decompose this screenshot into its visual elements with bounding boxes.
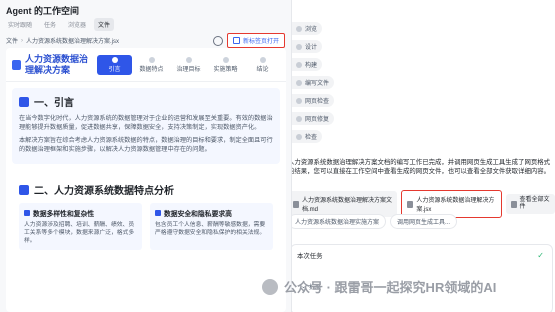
workspace-title: Agent 的工作空间 (6, 6, 79, 16)
watermark-text: 公众号 · 跟雷哥一起探究HR领域的AI (284, 280, 497, 295)
card-text: 人力资源涉及招聘、培训、薪酬、绩效、员工关系等多个模块，数据来源广泛，格式多样。 (24, 222, 135, 244)
step-label: 网页检查 (305, 99, 330, 105)
nav-strategy[interactable]: 实施策略 (208, 55, 243, 75)
step-label: 设计 (305, 45, 318, 51)
step-label: 编写文件 (305, 81, 330, 87)
step-label: 检查 (305, 135, 318, 141)
wechat-logo-icon (262, 278, 278, 295)
chat-panel: 浏览 设计 构建 编写文件 网页检查 网页修复 检查 人力资源系统数据治理解决方… (292, 0, 555, 312)
step-item[interactable]: 检查 (292, 130, 323, 143)
step-item[interactable]: 设计 (292, 40, 323, 53)
nav-label: 引言 (108, 66, 121, 73)
check-icon (296, 43, 302, 50)
nav-features[interactable]: 数据特点 (134, 55, 169, 75)
step-item[interactable]: 网页检查 (292, 94, 335, 107)
card-text: 包含员工个人信息、薪酬等敏感数据，需要严格遵守数据安全和隐私保护的相关法规。 (155, 222, 266, 236)
step-item[interactable]: 构建 (292, 58, 323, 71)
step-item[interactable]: 网页修复 (292, 112, 335, 125)
suggestion-chips: 人力资源系统数据治理实施方案 调用网页生成工具... (292, 214, 458, 229)
shield-icon (155, 210, 161, 216)
doc-header: 人力资源数据治理解决方案 引言 数据特点 治理目标 实施策略 结论 (6, 48, 286, 82)
tab-browser[interactable]: 浏览器 (64, 18, 90, 31)
nav-intro[interactable]: 引言 (97, 54, 132, 75)
doc-title: 人力资源数据治理解决方案 (24, 53, 88, 75)
feature-card: 数据多样性和复杂性 人力资源涉及招聘、培训、薪酬、绩效、员工关系等多个模块，数据… (19, 203, 142, 250)
external-link-icon (232, 37, 240, 44)
breadcrumb-file: 人力资源系统数据治理解决方案.jsx (26, 39, 120, 45)
section-features: 二、人力资源系统数据特点分析 数据多样性和复杂性 人力资源涉及招聘、培训、薪酬、… (12, 176, 280, 256)
file-icon (293, 200, 299, 208)
suggestion-chip[interactable]: 调用网页生成工具... (390, 214, 458, 229)
check-icon (296, 61, 302, 68)
nav-label: 实施策略 (213, 66, 238, 73)
step-label: 构建 (305, 63, 318, 69)
card-title: 数据安全和隐私要求高 (164, 211, 232, 218)
breadcrumb-root[interactable]: 文件 (6, 36, 18, 45)
workspace-tabs: 实时跟随 任务 浏览器 文件 (4, 18, 115, 31)
check-icon (296, 25, 302, 32)
folder-icon (510, 200, 517, 208)
document-preview[interactable]: 人力资源数据治理解决方案 引言 数据特点 治理目标 实施策略 结论 一、引言 在… (6, 48, 286, 312)
step-label: 网页修复 (305, 117, 330, 123)
tab-files[interactable]: 文件 (94, 18, 115, 31)
section-intro: 一、引言 在当今数字化时代，人力资源系统的数据管理对于企业的运营和发展至关重要。… (12, 88, 280, 164)
nav-dot-icon (148, 56, 155, 63)
nav-conclusion[interactable]: 结论 (245, 55, 280, 75)
suggestion-chip[interactable]: 人力资源系统数据治理实施方案 (292, 214, 387, 229)
watermark: 公众号 · 跟雷哥一起探究HR领域的AI (262, 277, 496, 296)
file-name: 人力资源系统数据治理解决方案文档.md (301, 198, 392, 213)
nav-label: 数据特点 (139, 66, 164, 73)
agent-workspace: Agent 的工作空间 实时跟随 任务 浏览器 文件 文件 › 人力资源系统数据… (0, 0, 292, 312)
nav-goals[interactable]: 治理目标 (171, 55, 206, 75)
paragraph: 在当今数字化时代，人力资源系统的数据管理对于企业的运营和发展至关重要。有效的数据… (19, 115, 273, 131)
nav-label: 治理目标 (176, 66, 201, 73)
doc-nav: 引言 数据特点 治理目标 实施策略 结论 (97, 54, 280, 75)
nav-dot-icon (259, 56, 266, 63)
breadcrumb: 文件 › 人力资源系统数据治理解决方案.jsx (6, 36, 120, 46)
check-icon (296, 79, 302, 86)
tab-follow[interactable]: 实时跟随 (4, 18, 36, 31)
task-title: 本次任务 (297, 253, 323, 260)
code-file-icon (407, 200, 414, 208)
open-button-label: 新标签页打开 (242, 39, 279, 45)
step-label: 浏览 (305, 27, 318, 33)
section-icon (19, 96, 29, 107)
chevron-right-icon: › (21, 37, 24, 44)
workspace-actions: 新标签页打开 (212, 33, 285, 48)
nav-dot-icon (222, 56, 229, 63)
check-icon (296, 97, 302, 104)
feature-card: 数据安全和隐私要求高 包含员工个人信息、薪酬等敏感数据，需要严格遵守数据安全和隐… (150, 203, 273, 250)
nav-dot-icon (185, 56, 192, 63)
document-icon (12, 59, 21, 70)
nav-label: 结论 (256, 66, 269, 73)
paragraph: 本解决方案旨在综合考虑人力资源系统数据的特点，数据治理的目标和要求，制定全面且可… (19, 137, 273, 153)
link-icon[interactable] (212, 35, 223, 46)
users-icon (24, 210, 30, 216)
section-title: 一、引言 (34, 98, 74, 109)
view-all-label: 查看全部文件 (519, 197, 550, 210)
file-name: 人力资源系统数据治理解决方案.jsx (416, 198, 495, 213)
section-icon (19, 184, 29, 195)
check-icon (296, 115, 302, 122)
check-icon (296, 133, 302, 140)
tab-task[interactable]: 任务 (40, 18, 60, 31)
view-all-files-button[interactable]: 查看全部文件 (505, 194, 555, 214)
section-title: 二、人力资源系统数据特点分析 (34, 186, 174, 197)
nav-dot-icon (111, 56, 118, 63)
step-item[interactable]: 浏览 (292, 22, 323, 35)
open-in-new-tab-button[interactable]: 新标签页打开 (226, 33, 285, 48)
step-item[interactable]: 编写文件 (292, 76, 335, 89)
card-title: 数据多样性和复杂性 (33, 211, 95, 218)
assistant-message: 人力资源系统数据治理解决方案文档的编写工作已完成，并调用网页生成工具生成了网页格… (292, 159, 551, 175)
check-icon: ✓ (537, 251, 544, 260)
